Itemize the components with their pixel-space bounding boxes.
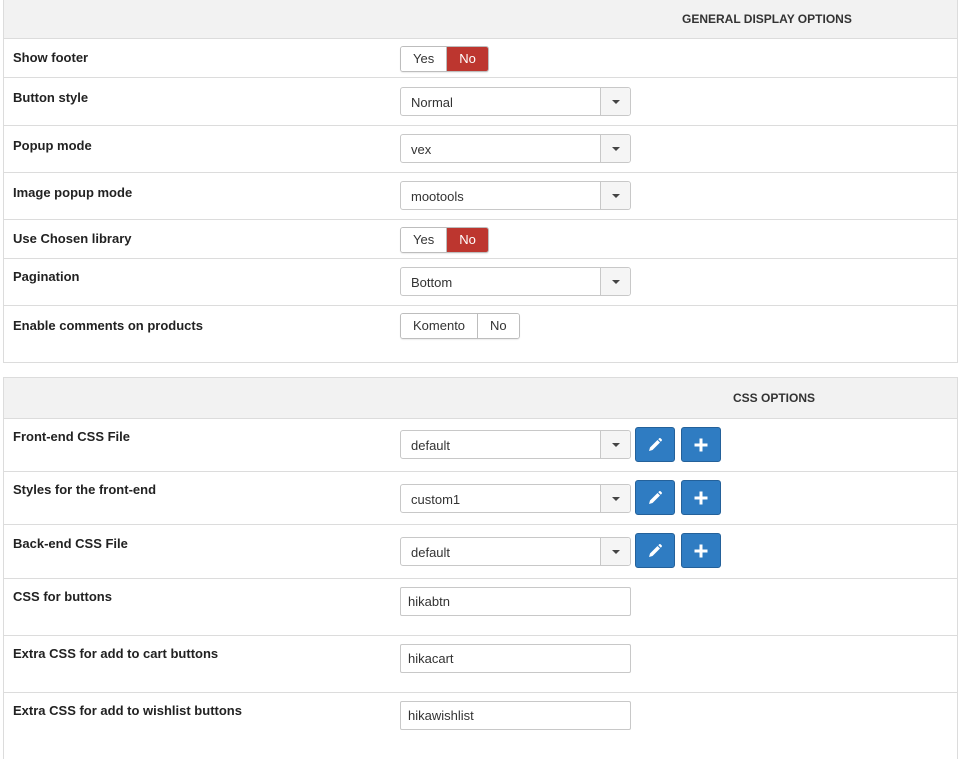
show-footer-toggle: Yes No <box>400 46 489 72</box>
chevron-down-icon[interactable] <box>600 538 630 565</box>
setting-row-pagination: Pagination Bottom <box>4 259 957 306</box>
setting-row-enable-comments: Enable comments on products Komento No <box>4 306 957 362</box>
chevron-down-icon[interactable] <box>600 182 630 209</box>
select-value: custom1 <box>411 492 461 507</box>
setting-label: Back-end CSS File <box>13 536 128 551</box>
setting-row-front-end-css-file: Front-end CSS File default <box>4 419 957 472</box>
setting-row-show-footer: Show footer Yes No <box>4 39 957 78</box>
pagination-select[interactable]: Bottom <box>400 267 631 296</box>
edit-css-button[interactable] <box>635 427 675 462</box>
setting-row-extra-css-add-to-wishlist: Extra CSS for add to wishlist buttons <box>4 693 957 753</box>
setting-label: Button style <box>13 90 89 105</box>
toggle-yes-option[interactable]: Yes <box>401 228 447 252</box>
select-value: mootools <box>411 189 464 204</box>
chevron-down-icon[interactable] <box>600 431 630 458</box>
button-style-select[interactable]: Normal <box>400 87 631 116</box>
chevron-down-icon[interactable] <box>600 268 630 295</box>
panel-title: CSS OPTIONS <box>733 391 816 405</box>
front-end-css-file-select[interactable]: default <box>400 430 631 459</box>
extra-css-add-to-wishlist-input[interactable] <box>400 701 631 730</box>
toggle-no-option[interactable]: No <box>446 228 488 252</box>
setting-label: Show footer <box>13 50 89 65</box>
plus-icon <box>694 438 708 452</box>
add-css-button[interactable] <box>681 480 721 515</box>
setting-label: Front-end CSS File <box>13 429 130 444</box>
setting-label: Image popup mode <box>13 185 133 200</box>
plus-icon <box>694 544 708 558</box>
setting-row-extra-css-add-to-cart: Extra CSS for add to cart buttons <box>4 636 957 693</box>
pencil-icon <box>649 544 662 557</box>
plus-icon <box>694 491 708 505</box>
select-value: default <box>411 438 451 453</box>
popup-mode-select[interactable]: vex <box>400 134 631 163</box>
panel-header: CSS OPTIONS <box>4 378 957 419</box>
setting-row-styles-for-front-end: Styles for the front-end custom1 <box>4 472 957 525</box>
image-popup-mode-select[interactable]: mootools <box>400 181 631 210</box>
toggle-no-option[interactable]: No <box>446 47 488 71</box>
setting-label: CSS for buttons <box>13 589 112 604</box>
pencil-icon <box>649 491 662 504</box>
css-for-buttons-input[interactable] <box>400 587 631 616</box>
select-value: Normal <box>411 95 453 110</box>
panel-header: GENERAL DISPLAY OPTIONS <box>4 0 957 39</box>
toggle-yes-option[interactable]: Yes <box>401 47 447 71</box>
setting-row-image-popup-mode: Image popup mode mootools <box>4 173 957 220</box>
edit-css-button[interactable] <box>635 480 675 515</box>
select-value: default <box>411 545 451 560</box>
css-options-panel: CSS OPTIONS Front-end CSS File default S… <box>3 377 958 759</box>
select-value: vex <box>411 142 432 157</box>
edit-css-button[interactable] <box>635 533 675 568</box>
enable-comments-toggle: Komento No <box>400 313 520 339</box>
setting-label: Extra CSS for add to wishlist buttons <box>13 703 242 718</box>
setting-label: Enable comments on products <box>13 318 203 333</box>
chevron-down-icon[interactable] <box>600 135 630 162</box>
use-chosen-library-toggle: Yes No <box>400 227 489 253</box>
setting-label: Popup mode <box>13 138 92 153</box>
pencil-icon <box>649 438 662 451</box>
toggle-no-option[interactable]: No <box>477 314 519 338</box>
general-display-options-panel: GENERAL DISPLAY OPTIONS Show footer Yes … <box>3 0 958 363</box>
setting-row-button-style: Button style Normal <box>4 78 957 126</box>
add-css-button[interactable] <box>681 533 721 568</box>
add-css-button[interactable] <box>681 427 721 462</box>
styles-front-end-select[interactable]: custom1 <box>400 484 631 513</box>
setting-row-back-end-css-file: Back-end CSS File default <box>4 525 957 579</box>
chevron-down-icon[interactable] <box>600 88 630 115</box>
setting-row-popup-mode: Popup mode vex <box>4 126 957 173</box>
select-value: Bottom <box>411 275 453 290</box>
toggle-komento-option[interactable]: Komento <box>401 314 478 338</box>
setting-label: Extra CSS for add to cart buttons <box>13 646 219 661</box>
chevron-down-icon[interactable] <box>600 485 630 512</box>
setting-label: Styles for the front-end <box>13 482 157 497</box>
panel-title: GENERAL DISPLAY OPTIONS <box>682 12 852 26</box>
back-end-css-file-select[interactable]: default <box>400 537 631 566</box>
setting-label: Use Chosen library <box>13 231 132 246</box>
setting-row-use-chosen-library: Use Chosen library Yes No <box>4 220 957 259</box>
extra-css-add-to-cart-input[interactable] <box>400 644 631 673</box>
setting-row-css-for-buttons: CSS for buttons <box>4 579 957 636</box>
setting-label: Pagination <box>13 269 80 284</box>
